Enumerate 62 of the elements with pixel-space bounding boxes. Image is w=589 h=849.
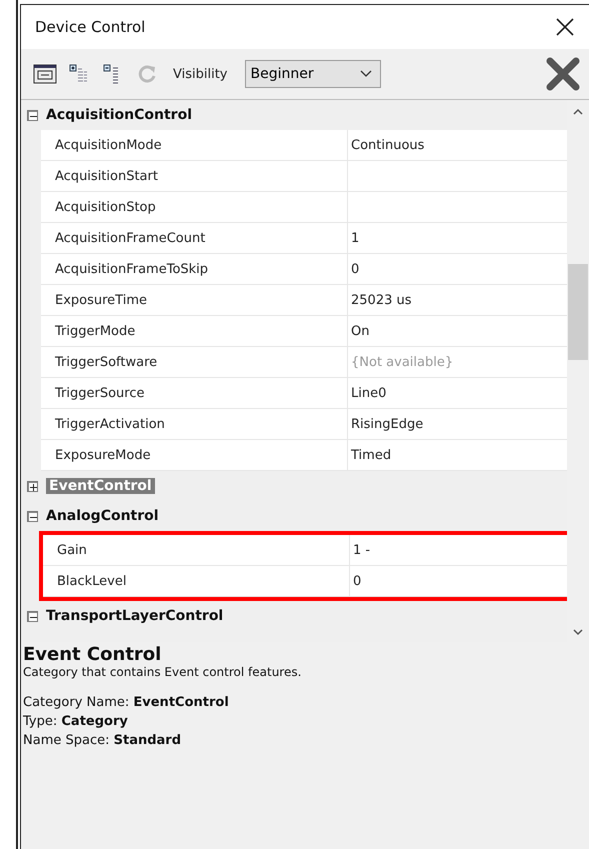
scroll-thumb[interactable] xyxy=(568,264,588,360)
chevron-icon xyxy=(360,70,372,78)
property-name: TriggerSoftware xyxy=(41,347,348,377)
visibility-label: Visibility xyxy=(173,66,228,82)
property-row[interactable]: AcquisitionStop xyxy=(41,192,567,223)
collapse-icon[interactable] xyxy=(27,610,38,622)
property-name: AcquisitionMode xyxy=(41,130,348,160)
category-name: EventControl xyxy=(46,478,155,494)
category-row[interactable]: AnalogControl xyxy=(21,501,567,531)
property-value[interactable]: 1 - xyxy=(350,535,567,565)
description-field: Type: Category xyxy=(23,712,589,731)
property-value[interactable]: 0 xyxy=(350,566,567,596)
property-value[interactable]: Continuous xyxy=(348,130,567,160)
property-name: TriggerSource xyxy=(41,378,348,408)
property-name: BlackLevel xyxy=(43,566,350,596)
category-row[interactable]: TransportLayerControl xyxy=(21,601,567,631)
description-title: Event Control xyxy=(23,644,162,665)
property-value[interactable]: On xyxy=(348,316,567,346)
window-icon[interactable] xyxy=(33,63,57,85)
property-row[interactable]: Gain 1 - xyxy=(43,535,567,566)
property-value[interactable]: 1 xyxy=(348,223,567,253)
window-title: Device Control xyxy=(35,18,146,36)
category-name: AcquisitionControl xyxy=(46,107,192,123)
property-name: Gain xyxy=(43,535,350,565)
expand-icon[interactable] xyxy=(27,480,38,492)
property-row[interactable]: ExposureMode Timed xyxy=(41,440,567,471)
property-name: ExposureMode xyxy=(41,440,348,470)
property-row[interactable]: TriggerSource Line0 xyxy=(41,378,567,409)
property-name: AcquisitionFrameCount xyxy=(41,223,348,253)
property-name: TriggerActivation xyxy=(41,409,348,439)
property-row[interactable]: AcquisitionStart xyxy=(41,161,567,192)
property-row[interactable]: TriggerActivation RisingEdge xyxy=(41,409,567,440)
property-row[interactable]: AcquisitionFrameCount 1 xyxy=(41,223,567,254)
collapse-icon[interactable] xyxy=(27,110,38,120)
close-device-icon[interactable] xyxy=(545,56,581,92)
property-value[interactable]: Timed xyxy=(348,440,567,470)
property-row[interactable]: AcquisitionFrameToSkip 0 xyxy=(41,254,567,285)
property-value[interactable]: 25023 us xyxy=(348,285,567,315)
property-name: AcquisitionFrameToSkip xyxy=(41,254,348,284)
description-text: Category that contains Event control features. xyxy=(23,665,302,679)
property-value[interactable]: RisingEdge xyxy=(348,409,567,439)
property-name: AcquisitionStart xyxy=(41,161,348,191)
scroll-down-icon[interactable] xyxy=(573,628,583,636)
visibility-dropdown[interactable]: Beginner xyxy=(245,60,382,88)
property-name: AcquisitionStop xyxy=(41,192,348,222)
category-row[interactable]: EventControl xyxy=(21,471,567,501)
description-field: Category Name: EventControl xyxy=(23,693,589,712)
scrollbar[interactable] xyxy=(567,100,589,642)
scroll-up-icon[interactable] xyxy=(573,108,583,116)
description-field: Name Space: Standard xyxy=(23,731,589,750)
category-name: AnalogControl xyxy=(46,508,159,524)
property-value[interactable]: Line0 xyxy=(348,378,567,408)
category-name: TransportLayerControl xyxy=(46,608,224,624)
property-value[interactable]: 0 xyxy=(348,254,567,284)
collapse-icon[interactable] xyxy=(27,510,38,522)
property-name: TriggerMode xyxy=(41,316,348,346)
category-row[interactable]: AcquisitionControl xyxy=(21,100,567,130)
property-name: ExposureTime xyxy=(41,285,348,315)
property-row[interactable]: ExposureTime 25023 us xyxy=(41,285,567,316)
property-row[interactable]: AcquisitionMode Continuous xyxy=(41,130,567,161)
property-row[interactable]: BlackLevel 0 xyxy=(43,566,567,597)
property-row[interactable]: TriggerMode On xyxy=(41,316,567,347)
